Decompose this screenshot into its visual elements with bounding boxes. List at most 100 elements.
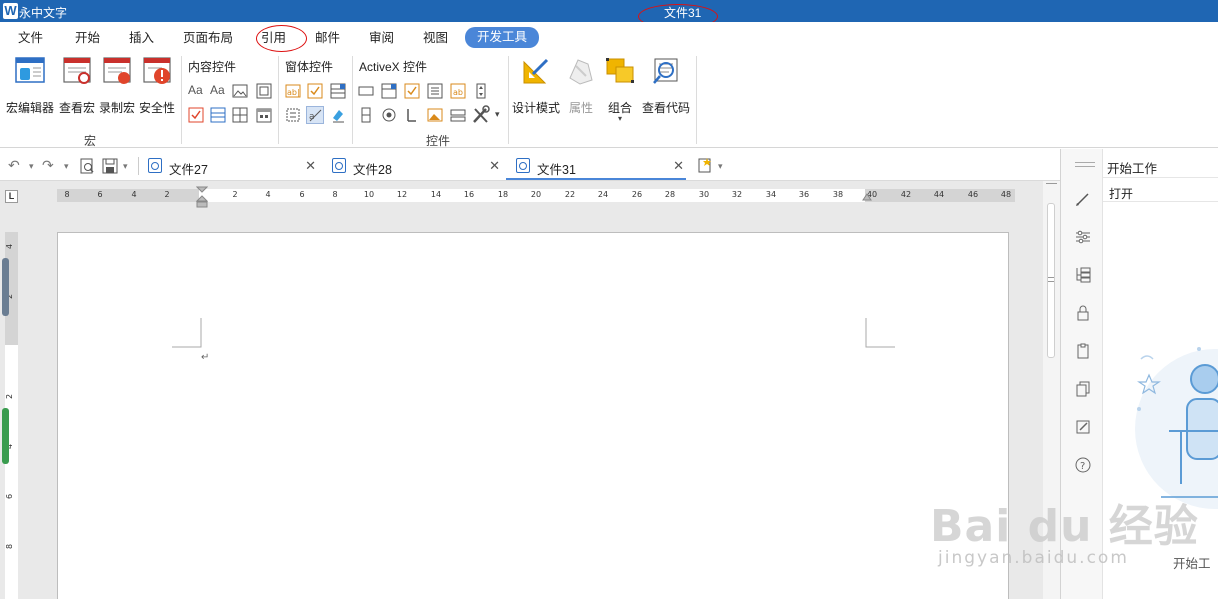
menu-mailings[interactable]: 邮件: [315, 28, 340, 48]
ruler-tick: 8: [64, 190, 70, 199]
text-box-activex-icon[interactable]: ab: [450, 83, 466, 99]
group-button[interactable]: 组合 ▾: [604, 56, 636, 128]
help-icon[interactable]: ?: [1075, 457, 1091, 473]
ruler-tick: 30: [698, 190, 710, 199]
frame-icon[interactable]: [285, 107, 301, 123]
menu-references[interactable]: 引用: [261, 28, 286, 48]
tab-file31[interactable]: 文件31 ✕: [506, 153, 686, 180]
open-link[interactable]: 打开: [1109, 185, 1133, 202]
navigation-tree-icon[interactable]: [1075, 267, 1091, 283]
date-picker-control-icon[interactable]: [256, 107, 272, 123]
menu-view[interactable]: 视图: [423, 28, 448, 48]
properties-label: 属性: [568, 101, 593, 115]
spin-button-activex-icon[interactable]: [358, 107, 374, 123]
start-work-illustration: [1135, 347, 1218, 509]
ruler-tick: 4: [265, 190, 271, 199]
ruler-tick: 4: [5, 243, 15, 250]
field-shading-icon[interactable]: a: [306, 106, 324, 124]
close-tab-icon[interactable]: ✕: [489, 158, 500, 174]
macro-editor-button[interactable]: 宏编辑器: [6, 56, 54, 128]
copy-pages-icon[interactable]: [1075, 381, 1091, 397]
group-separator: [352, 56, 353, 144]
menu-file[interactable]: 文件: [18, 28, 43, 48]
image-activex-icon[interactable]: [427, 107, 443, 123]
plain-text-control-icon[interactable]: Aa: [210, 83, 226, 99]
settings-sliders-icon[interactable]: [1075, 229, 1091, 245]
dropdown-form-field-icon[interactable]: [330, 83, 346, 99]
undo-icon[interactable]: ↶: [8, 157, 20, 174]
pane-menu-icon[interactable]: [1075, 162, 1095, 163]
scroll-up-icon[interactable]: [1046, 183, 1057, 186]
text-form-field-icon[interactable]: ab|: [285, 83, 301, 99]
tab-file28[interactable]: 文件28 ✕: [322, 153, 502, 180]
macro-editor-label: 宏编辑器: [6, 101, 55, 115]
more-controls-tools-icon[interactable]: [471, 105, 491, 125]
group-separator: [508, 56, 509, 144]
view-macros-label: 查看宏: [58, 101, 95, 115]
rich-text-control-icon[interactable]: Aa: [188, 83, 204, 99]
tab-stop-selector[interactable]: L: [5, 190, 18, 203]
print-preview-icon[interactable]: [79, 158, 95, 174]
checkbox-control-icon[interactable]: [188, 107, 204, 123]
close-tab-icon[interactable]: ✕: [305, 158, 316, 174]
record-macro-icon: [102, 56, 132, 86]
reset-form-fields-icon[interactable]: [330, 107, 346, 123]
document-page[interactable]: ↵: [57, 232, 1009, 599]
record-macro-button[interactable]: 录制宏: [98, 56, 136, 128]
vertical-ruler-handle-top[interactable]: [2, 258, 9, 316]
redo-dropdown-icon[interactable]: ▾: [64, 161, 69, 172]
combo-box-activex-icon[interactable]: [381, 83, 397, 99]
new-document-icon[interactable]: [697, 157, 713, 173]
checkbox-activex-icon[interactable]: [404, 83, 420, 99]
picture-control-icon[interactable]: [232, 83, 248, 99]
menu-home[interactable]: 开始: [75, 28, 100, 48]
close-tab-icon[interactable]: ✕: [673, 158, 684, 174]
menu-page-layout[interactable]: 页面布局: [183, 28, 233, 48]
macro-security-button[interactable]: 安全性: [138, 56, 176, 128]
title-bar: W 永中文字 文件31: [0, 0, 1218, 22]
macro-group-label: 宏: [84, 134, 97, 148]
list-box-activex-icon[interactable]: [427, 83, 443, 99]
properties-button[interactable]: 属性: [565, 56, 597, 128]
svg-text:ab|: ab|: [287, 88, 300, 97]
tab-file27[interactable]: 文件27 ✕: [138, 153, 318, 180]
menu-insert[interactable]: 插入: [129, 28, 154, 48]
menu-review[interactable]: 审阅: [369, 28, 394, 48]
vertical-ruler-handle-bottom[interactable]: [2, 408, 9, 464]
lock-icon[interactable]: [1075, 305, 1091, 321]
ruler-tick: 38: [832, 190, 844, 199]
option-button-activex-icon[interactable]: [381, 107, 397, 123]
customize-toolbar-dropdown-icon[interactable]: ▾: [123, 161, 128, 172]
menu-developer[interactable]: 开发工具: [465, 27, 540, 48]
ruler-tick: 10: [363, 190, 375, 199]
view-macros-button[interactable]: 查看宏: [58, 56, 96, 128]
ruler-tick: 4: [131, 190, 137, 199]
combo-box-control-icon[interactable]: [210, 107, 226, 123]
edit-pencil-icon[interactable]: [1075, 191, 1091, 207]
group-separator: [696, 56, 697, 144]
save-icon[interactable]: [102, 158, 118, 174]
label-activex-icon[interactable]: [404, 107, 420, 123]
view-code-button[interactable]: 查看代码: [641, 56, 691, 128]
right-indent-marker-icon[interactable]: [862, 191, 872, 201]
design-mode-button[interactable]: 设计模式: [512, 56, 560, 128]
indent-marker-icon[interactable]: [196, 186, 208, 208]
tab-label: 文件31: [537, 163, 576, 177]
redo-icon[interactable]: ↷: [42, 157, 54, 174]
toggle-button-activex-icon[interactable]: [450, 107, 466, 123]
more-controls-dropdown-icon[interactable]: ▾: [495, 109, 500, 120]
command-button-control-icon[interactable]: [358, 83, 374, 99]
ruler-tick: 18: [497, 190, 509, 199]
dropdown-list-control-icon[interactable]: [232, 107, 248, 123]
new-document-dropdown-icon[interactable]: ▾: [718, 161, 723, 172]
document-tab-strip: ↶ ▾ ↷ ▾ ▾ 文件27 ✕ 文件28 ✕ 文件31 ✕ ▾: [0, 149, 1060, 181]
ruler-tick: 32: [731, 190, 743, 199]
undo-dropdown-icon[interactable]: ▾: [29, 161, 34, 172]
ruler-tick: 16: [463, 190, 475, 199]
clipboard-icon[interactable]: [1075, 343, 1091, 359]
building-block-control-icon[interactable]: [256, 83, 272, 99]
svg-text:ab: ab: [453, 88, 463, 97]
edit-note-icon[interactable]: [1075, 419, 1091, 435]
checkbox-form-field-icon[interactable]: [307, 83, 323, 99]
scroll-bar-activex-icon[interactable]: [473, 83, 489, 99]
